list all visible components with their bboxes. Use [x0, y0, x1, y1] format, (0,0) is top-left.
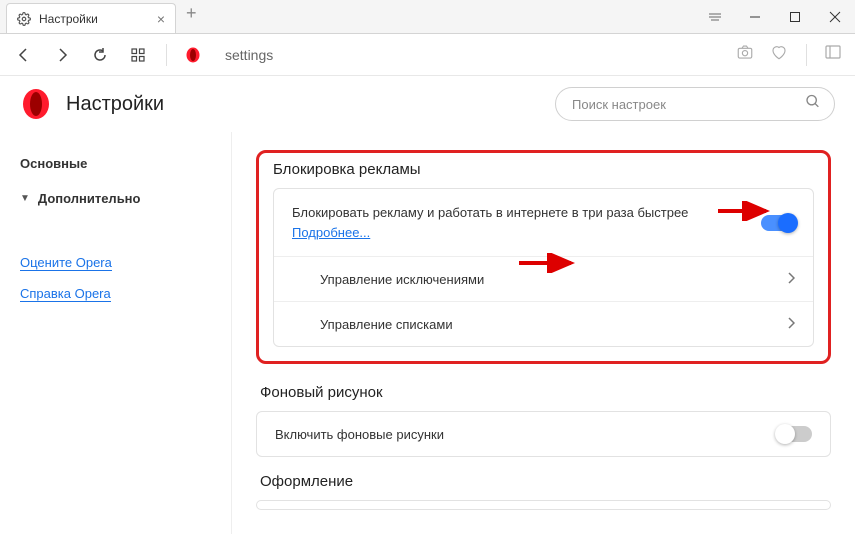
snapshot-icon[interactable]: [736, 43, 754, 66]
sidebar-item-label: Дополнительно: [38, 191, 141, 206]
sidebar-item-advanced[interactable]: ▼ Дополнительно: [20, 191, 211, 206]
adblock-description: Блокировать рекламу и работать в интерне…: [292, 203, 751, 242]
adblock-section-title: Блокировка рекламы: [273, 161, 814, 178]
wallpaper-section-title: Фоновый рисунок: [256, 384, 831, 401]
speed-dial-button[interactable]: [128, 45, 148, 65]
appearance-section-title: Оформление: [256, 473, 831, 490]
reload-button[interactable]: [90, 45, 110, 65]
wallpaper-toggle-row: Включить фоновые рисунки: [257, 412, 830, 456]
wallpaper-label: Включить фоновые рисунки: [275, 427, 768, 442]
adblock-toggle[interactable]: [761, 215, 795, 231]
sidebar-link-rate[interactable]: Оцените Opera: [20, 255, 112, 271]
easy-setup-button[interactable]: [695, 0, 735, 34]
chevron-right-icon: [787, 271, 795, 287]
browser-tab[interactable]: Настройки ×: [6, 3, 176, 33]
wallpaper-section: Фоновый рисунок Включить фоновые рисунки: [256, 384, 831, 457]
heart-icon[interactable]: [770, 43, 788, 66]
adblock-lists-row[interactable]: Управление списками: [274, 301, 813, 346]
page-title: Настройки: [66, 93, 164, 116]
title-bar: Настройки × +: [0, 0, 855, 34]
tab-close-button[interactable]: ×: [157, 11, 165, 27]
toolbar-divider-2: [806, 44, 807, 66]
body: Основные ▼ Дополнительно Оцените Opera С…: [0, 132, 855, 534]
search-input[interactable]: [555, 87, 835, 121]
content: Блокировка рекламы Блокировать рекламу и…: [232, 132, 855, 534]
wallpaper-panel: Включить фоновые рисунки: [256, 411, 831, 457]
wallpaper-toggle[interactable]: [778, 426, 812, 442]
appearance-panel: [256, 500, 831, 510]
gear-icon: [17, 12, 31, 26]
sidebar: Основные ▼ Дополнительно Оцените Opera С…: [0, 132, 232, 534]
toolbar: settings: [0, 34, 855, 76]
search-icon: [805, 94, 821, 115]
address-bar[interactable]: settings: [217, 47, 720, 63]
sidebar-toggle-icon[interactable]: [825, 44, 841, 65]
window-controls: [695, 0, 855, 34]
new-tab-button[interactable]: +: [176, 3, 207, 24]
sidebar-link-help[interactable]: Справка Opera: [20, 286, 111, 302]
appearance-section: Оформление: [256, 473, 831, 510]
adblock-more-link[interactable]: Подробнее...: [292, 225, 370, 240]
toolbar-divider: [166, 44, 167, 66]
minimize-button[interactable]: [735, 0, 775, 34]
adblock-toggle-row: Блокировать рекламу и работать в интерне…: [274, 189, 813, 256]
back-button[interactable]: [14, 45, 34, 65]
forward-button[interactable]: [52, 45, 72, 65]
opera-icon: [185, 47, 201, 63]
nav-buttons: [14, 45, 148, 65]
close-button[interactable]: [815, 0, 855, 34]
search-wrap: [555, 87, 835, 121]
settings-header: Настройки: [0, 76, 855, 132]
tab-title: Настройки: [39, 12, 149, 26]
lists-label: Управление списками: [320, 317, 777, 332]
adblock-exceptions-row[interactable]: Управление исключениями: [274, 256, 813, 301]
adblock-panel: Блокировать рекламу и работать в интерне…: [273, 188, 814, 347]
toolbar-right: [736, 43, 841, 66]
sidebar-item-basic[interactable]: Основные: [20, 156, 211, 171]
chevron-right-icon: [787, 316, 795, 332]
exceptions-label: Управление исключениями: [320, 272, 777, 287]
opera-logo: [20, 88, 52, 120]
chevron-down-icon: ▼: [20, 193, 30, 204]
adblock-highlight: Блокировка рекламы Блокировать рекламу и…: [256, 150, 831, 364]
maximize-button[interactable]: [775, 0, 815, 34]
